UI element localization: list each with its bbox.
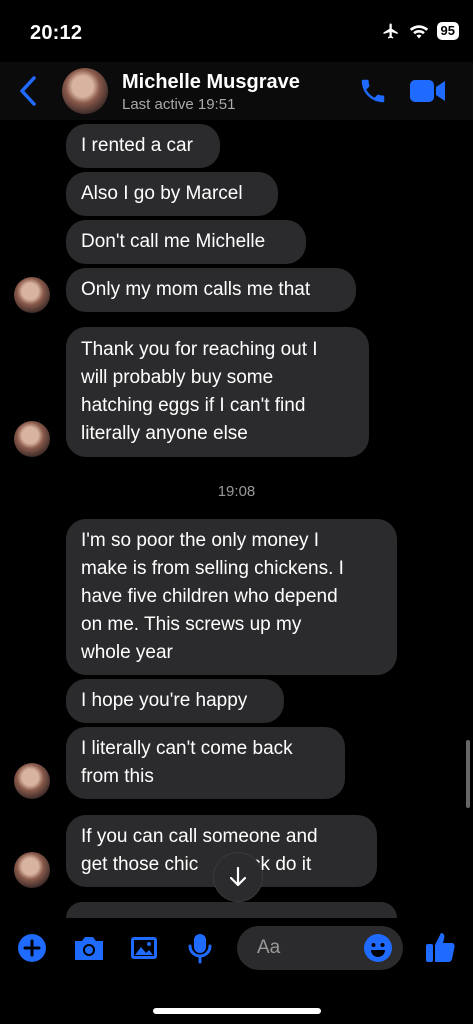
message-text: Only my mom calls me that <box>81 279 311 300</box>
sender-avatar[interactable] <box>14 763 50 799</box>
sender-avatar[interactable] <box>14 421 50 457</box>
plus-circle-icon[interactable] <box>16 932 48 964</box>
contact-avatar[interactable] <box>62 68 108 114</box>
message-bubble[interactable]: Also I go by Marcel <box>66 172 278 216</box>
message-line: If you can call someone and <box>81 826 318 847</box>
message-line: whole year <box>81 642 173 663</box>
message-input-placeholder: Aa <box>257 937 281 958</box>
airplane-icon <box>383 23 398 39</box>
last-active-status: Last active 19:51 <box>122 96 236 113</box>
message-text: I hope you're happy <box>81 690 248 711</box>
message-line: hatching eggs if I can't find <box>81 395 306 416</box>
message-line: will probably buy some <box>81 367 274 388</box>
message-bubble[interactable]: I hope you're happy <box>66 679 284 723</box>
message-line: Thank you for reaching out I <box>81 339 318 360</box>
message-text: Don't call me Michelle <box>81 231 266 252</box>
message-line: make is from selling chickens. I <box>81 558 344 579</box>
home-indicator <box>153 1008 321 1014</box>
scroll-indicator[interactable] <box>466 740 470 808</box>
video-call-icon[interactable] <box>410 78 446 104</box>
status-icons: 95 <box>381 22 459 40</box>
message-bubble[interactable]: I'm so poor the only money I make is fro… <box>66 519 397 675</box>
message-line: I'm so poor the only money I <box>81 530 320 551</box>
thumbs-up-icon[interactable] <box>424 930 456 964</box>
message-bubble[interactable]: I literally can't come back from this <box>66 727 345 799</box>
sender-avatar[interactable] <box>14 277 50 313</box>
message-text: Also I go by Marcel <box>81 183 243 204</box>
message-composer: Aa <box>0 918 473 978</box>
message-line: I literally can't come back <box>81 738 293 759</box>
message-line: from this <box>81 766 154 787</box>
message-bubble[interactable]: Thank you for reaching out I will probab… <box>66 327 369 457</box>
chat-header: Michelle Musgrave Last active 19:51 <box>0 62 473 120</box>
message-line: have five children who depend <box>81 586 338 607</box>
message-line: on me. This screws up my <box>81 614 302 635</box>
back-chevron-icon[interactable] <box>18 74 38 108</box>
message-line: literally anyone else <box>81 423 248 444</box>
sender-avatar[interactable] <box>14 852 50 888</box>
wifi-icon <box>409 25 428 39</box>
camera-icon[interactable] <box>72 932 106 964</box>
message-bubble-partial[interactable] <box>66 902 397 918</box>
message-bubble[interactable]: I rented a car <box>66 124 220 168</box>
microphone-icon[interactable] <box>186 932 214 964</box>
message-bubble[interactable]: Only my mom calls me that <box>66 268 356 312</box>
status-bar: 20:12 95 <box>0 0 473 62</box>
photo-gallery-icon[interactable] <box>128 932 160 964</box>
message-line: get those chic back do it <box>81 854 312 875</box>
arrow-down-icon <box>229 866 247 887</box>
message-input[interactable]: Aa <box>237 926 403 970</box>
timestamp: 19:08 <box>217 483 256 500</box>
message-bubble[interactable]: Don't call me Michelle <box>66 220 306 264</box>
message-text: I rented a car <box>81 135 193 156</box>
contact-name[interactable]: Michelle Musgrave <box>122 71 300 94</box>
scroll-to-bottom-button[interactable] <box>213 852 263 902</box>
battery-indicator: 95 <box>436 22 459 40</box>
phone-call-icon[interactable] <box>358 76 388 106</box>
status-time: 20:12 <box>30 22 83 44</box>
emoji-smiley-icon[interactable] <box>363 933 393 963</box>
